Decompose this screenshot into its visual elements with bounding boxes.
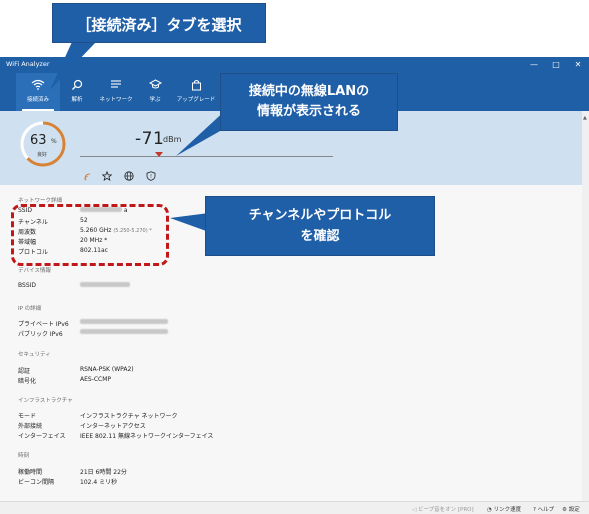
tab-analyze[interactable]: 解析 bbox=[62, 73, 92, 111]
signal-quality-unit: % bbox=[51, 138, 57, 145]
redacted-public-ipv6 bbox=[80, 329, 168, 334]
settings-button[interactable]: ⚙ 設定 bbox=[562, 505, 580, 513]
signal-strength-unit: dBm bbox=[163, 135, 182, 144]
label-public-ipv6: パブリック IPv6 bbox=[18, 331, 63, 338]
value-beacon-interval: 102.4 ミリ秒 bbox=[80, 479, 118, 486]
value-mode: インフラストラクチャ ネットワーク bbox=[80, 413, 178, 420]
tab-connected-label: 接続済み bbox=[26, 97, 49, 103]
link-speed-label: リンク速度 bbox=[493, 507, 522, 513]
tab-networks-label: ネットワーク bbox=[99, 97, 133, 103]
label-uptime: 稼働時間 bbox=[18, 469, 43, 476]
signal-strength-value: -71 bbox=[135, 129, 165, 149]
value-external-connection: インターネットアクセス bbox=[80, 423, 146, 430]
label-beacon-interval: ビーコン間隔 bbox=[18, 479, 55, 486]
callout-select-tab: ［接続済み］タブを選択 bbox=[52, 3, 266, 43]
gear-icon: ⚙ bbox=[562, 507, 567, 513]
redacted-private-ipv6 bbox=[80, 319, 168, 324]
help-label: ヘルプ bbox=[537, 507, 555, 513]
signal-quality-label: 良好 bbox=[37, 152, 48, 158]
speedometer-icon: ◔ bbox=[487, 507, 492, 513]
link-speed-button[interactable]: ◔ リンク速度 bbox=[487, 505, 521, 513]
callout-connection-info-line1: 接続中の無線LANの bbox=[248, 84, 370, 99]
scroll-up-icon[interactable]: ▲ bbox=[583, 115, 587, 121]
label-interface: インターフェイス bbox=[18, 433, 66, 440]
tab-learn[interactable]: 学ぶ bbox=[140, 73, 170, 111]
beep-toggle-label: ビープ音をオン [PRO] bbox=[417, 507, 474, 513]
value-uptime: 21日 6時間 22分 bbox=[80, 469, 127, 476]
section-ip-details: IP の詳細 bbox=[18, 306, 42, 312]
value-bssid bbox=[80, 282, 130, 289]
signal-strength-meter bbox=[80, 156, 333, 157]
highlight-network-details bbox=[11, 204, 169, 266]
section-network-details: ネットワーク詳細 bbox=[18, 198, 63, 204]
screenshot-stage: WiFi Analyzer — □ ✕ 接続済み 解析 ネットワーク 学ぶ アッ… bbox=[0, 0, 589, 514]
globe-icon[interactable] bbox=[124, 166, 134, 181]
title-bar: WiFi Analyzer — □ ✕ bbox=[0, 57, 589, 73]
label-bssid: BSSID bbox=[18, 282, 37, 289]
value-encryption: AES-CCMP bbox=[80, 376, 112, 383]
value-private-ipv6 bbox=[80, 319, 168, 326]
signal-strength-marker bbox=[155, 152, 163, 157]
shopping-bag-icon bbox=[174, 73, 218, 93]
speaker-icon: ◁ bbox=[412, 507, 417, 513]
tab-networks[interactable]: ネットワーク bbox=[96, 73, 136, 111]
value-authentication: RSNA-PSK (WPA2) bbox=[80, 366, 134, 373]
tab-learn-label: 学ぶ bbox=[149, 97, 161, 103]
label-external-connection: 外部接続 bbox=[18, 423, 43, 430]
status-bar: ◁ ビープ音をオン [PRO] ◔ リンク速度 ? ヘルプ ⚙ 設定 bbox=[0, 501, 589, 514]
close-button[interactable]: ✕ bbox=[567, 57, 589, 73]
vertical-scrollbar[interactable]: ▲ bbox=[582, 111, 589, 501]
settings-label: 設定 bbox=[568, 507, 580, 513]
list-icon bbox=[96, 73, 136, 93]
section-security: セキュリティ bbox=[18, 352, 51, 358]
callout-connection-info: 接続中の無線LANの 情報が表示される bbox=[220, 73, 398, 131]
callout-connection-info-line2: 情報が表示される bbox=[256, 104, 361, 119]
graduation-cap-icon bbox=[140, 73, 170, 93]
maximize-button[interactable]: □ bbox=[545, 57, 567, 73]
shield-icon[interactable]: ! bbox=[146, 166, 156, 181]
svg-text:!: ! bbox=[150, 174, 152, 180]
wifi-icon bbox=[16, 73, 60, 93]
section-infrastructure: インフラストラクチャ bbox=[18, 398, 73, 404]
value-public-ipv6 bbox=[80, 329, 168, 336]
redacted-bssid bbox=[80, 282, 130, 287]
callout-channel-protocol-line2: を確認 bbox=[300, 229, 340, 244]
help-button[interactable]: ? ヘルプ bbox=[533, 505, 554, 513]
section-time: 時刻 bbox=[18, 453, 30, 459]
window-title: WiFi Analyzer bbox=[6, 60, 50, 68]
callout-channel-protocol-line1: チャンネルやプロトコル bbox=[248, 208, 392, 223]
beep-toggle[interactable]: ◁ ビープ音をオン [PRO] bbox=[412, 505, 474, 513]
minimize-button[interactable]: — bbox=[523, 57, 545, 73]
magnifier-icon bbox=[62, 73, 92, 93]
label-encryption: 暗号化 bbox=[18, 378, 37, 385]
tab-upgrade-label: アップグレード bbox=[176, 97, 216, 103]
signal-icon[interactable] bbox=[84, 166, 94, 181]
tab-upgrade[interactable]: アップグレード bbox=[174, 73, 218, 111]
tab-analyze-label: 解析 bbox=[71, 97, 83, 103]
signal-quality-value: 63 bbox=[30, 133, 47, 148]
tab-connected[interactable]: 接続済み bbox=[16, 73, 60, 111]
label-mode: モード bbox=[18, 413, 37, 420]
value-interface: IEEE 802.11 無線ネットワークインターフェイス bbox=[80, 433, 214, 440]
label-authentication: 認証 bbox=[18, 368, 31, 375]
section-device-info: デバイス情報 bbox=[18, 268, 51, 274]
label-private-ipv6: プライベート IPv6 bbox=[18, 321, 69, 328]
callout-select-tab-text: ［接続済み］タブを選択 bbox=[76, 16, 242, 34]
help-icon: ? bbox=[533, 507, 536, 513]
star-icon[interactable] bbox=[101, 166, 113, 182]
callout-channel-protocol: チャンネルやプロトコル を確認 bbox=[205, 196, 435, 256]
